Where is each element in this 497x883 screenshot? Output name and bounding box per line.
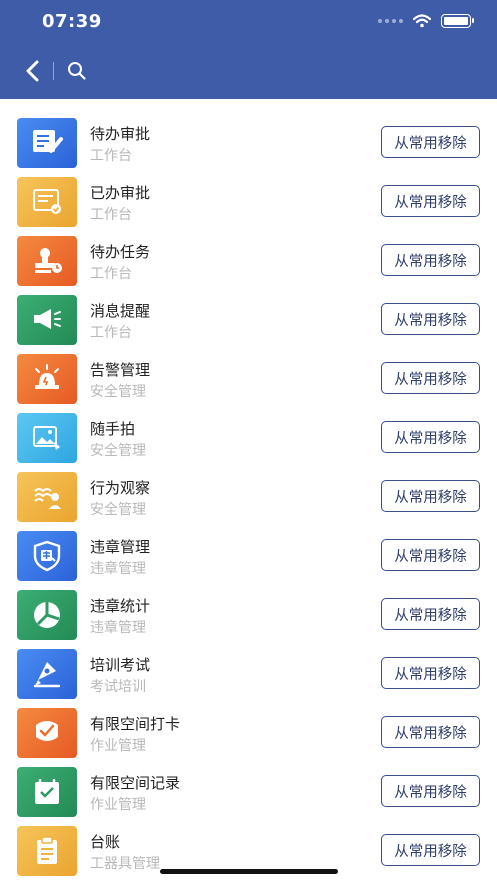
list-item[interactable]: 随手拍 安全管理 从常用移除	[0, 394, 497, 463]
list-item[interactable]: 待办审批 工作台 从常用移除	[0, 99, 497, 168]
list-item[interactable]: 台账工器具管理 从常用移除	[0, 807, 497, 876]
list-item[interactable]: 有限空间打卡 作业管理 从常用移除	[0, 689, 497, 758]
item-title: 台账	[90, 833, 121, 851]
item-title: 已办审批	[90, 184, 151, 202]
remove-from-favorites-button[interactable]: 从常用移除	[381, 775, 480, 807]
clipboard-icon	[17, 826, 77, 876]
item-title: 违章统计	[90, 597, 151, 615]
list-item[interactable]: 行为观察 安全管理 从常用移除	[0, 453, 497, 522]
remove-from-favorites-button[interactable]: 从常用移除	[381, 362, 480, 394]
chevron-left-icon	[26, 60, 39, 82]
item-title: 有限空间记录	[90, 774, 181, 792]
remove-from-favorites-button[interactable]: 从常用移除	[381, 244, 480, 276]
battery-icon	[441, 14, 474, 28]
list-item[interactable]: 告警管理 安全管理 从常用移除	[0, 335, 497, 404]
app-header: 07:39	[0, 0, 497, 99]
nav-divider	[53, 62, 54, 80]
remove-from-favorites-button[interactable]: 从常用移除	[381, 834, 480, 866]
search-button[interactable]	[66, 60, 88, 82]
item-title: 行为观察	[90, 479, 151, 497]
item-title: 随手拍	[90, 420, 136, 438]
item-title: 消息提醒	[90, 302, 151, 320]
home-indicator[interactable]	[160, 869, 338, 874]
remove-from-favorites-button[interactable]: 从常用移除	[381, 303, 480, 335]
search-icon	[68, 62, 86, 80]
list-item[interactable]: 待办任务 工作台 从常用移除	[0, 217, 497, 286]
remove-from-favorites-button[interactable]: 从常用移除	[381, 185, 480, 217]
item-title: 待办任务	[90, 243, 151, 261]
remove-from-favorites-button[interactable]: 从常用移除	[381, 657, 480, 689]
status-time: 07:39	[42, 11, 102, 32]
item-title: 待办审批	[90, 125, 151, 143]
list-item[interactable]: 违章管理 违章管理 从常用移除	[0, 512, 497, 581]
remove-from-favorites-button[interactable]: 从常用移除	[381, 126, 480, 158]
list-item[interactable]: 有限空间记录 作业管理 从常用移除	[0, 748, 497, 817]
remove-from-favorites-button[interactable]: 从常用移除	[381, 598, 480, 630]
remove-from-favorites-button[interactable]: 从常用移除	[381, 539, 480, 571]
remove-from-favorites-button[interactable]: 从常用移除	[381, 716, 480, 748]
cellular-signal-icon	[378, 19, 403, 23]
remove-from-favorites-button[interactable]: 从常用移除	[381, 421, 480, 453]
item-title: 有限空间打卡	[90, 715, 181, 733]
back-button[interactable]	[20, 58, 44, 84]
item-title: 违章管理	[90, 538, 151, 556]
list-item[interactable]: 已办审批 工作台 从常用移除	[0, 158, 497, 227]
list-item[interactable]: 违章统计 违章管理 从常用移除	[0, 571, 497, 640]
remove-from-favorites-button[interactable]: 从常用移除	[381, 480, 480, 512]
status-indicators	[378, 12, 474, 30]
common-apps-list: 待办审批 工作台 从常用移除 已办审批 工作台 从常用移除 待办任务 工作台 从常用移除 消息提醒…	[0, 99, 497, 883]
wifi-icon	[413, 14, 431, 28]
item-title: 告警管理	[90, 361, 151, 379]
item-title: 培训考试	[90, 656, 151, 674]
list-item[interactable]: 消息提醒 工作台 从常用移除	[0, 276, 497, 345]
item-category: 工器具管理	[90, 856, 160, 872]
list-item[interactable]: 培训考试 考试培训 从常用移除	[0, 630, 497, 699]
